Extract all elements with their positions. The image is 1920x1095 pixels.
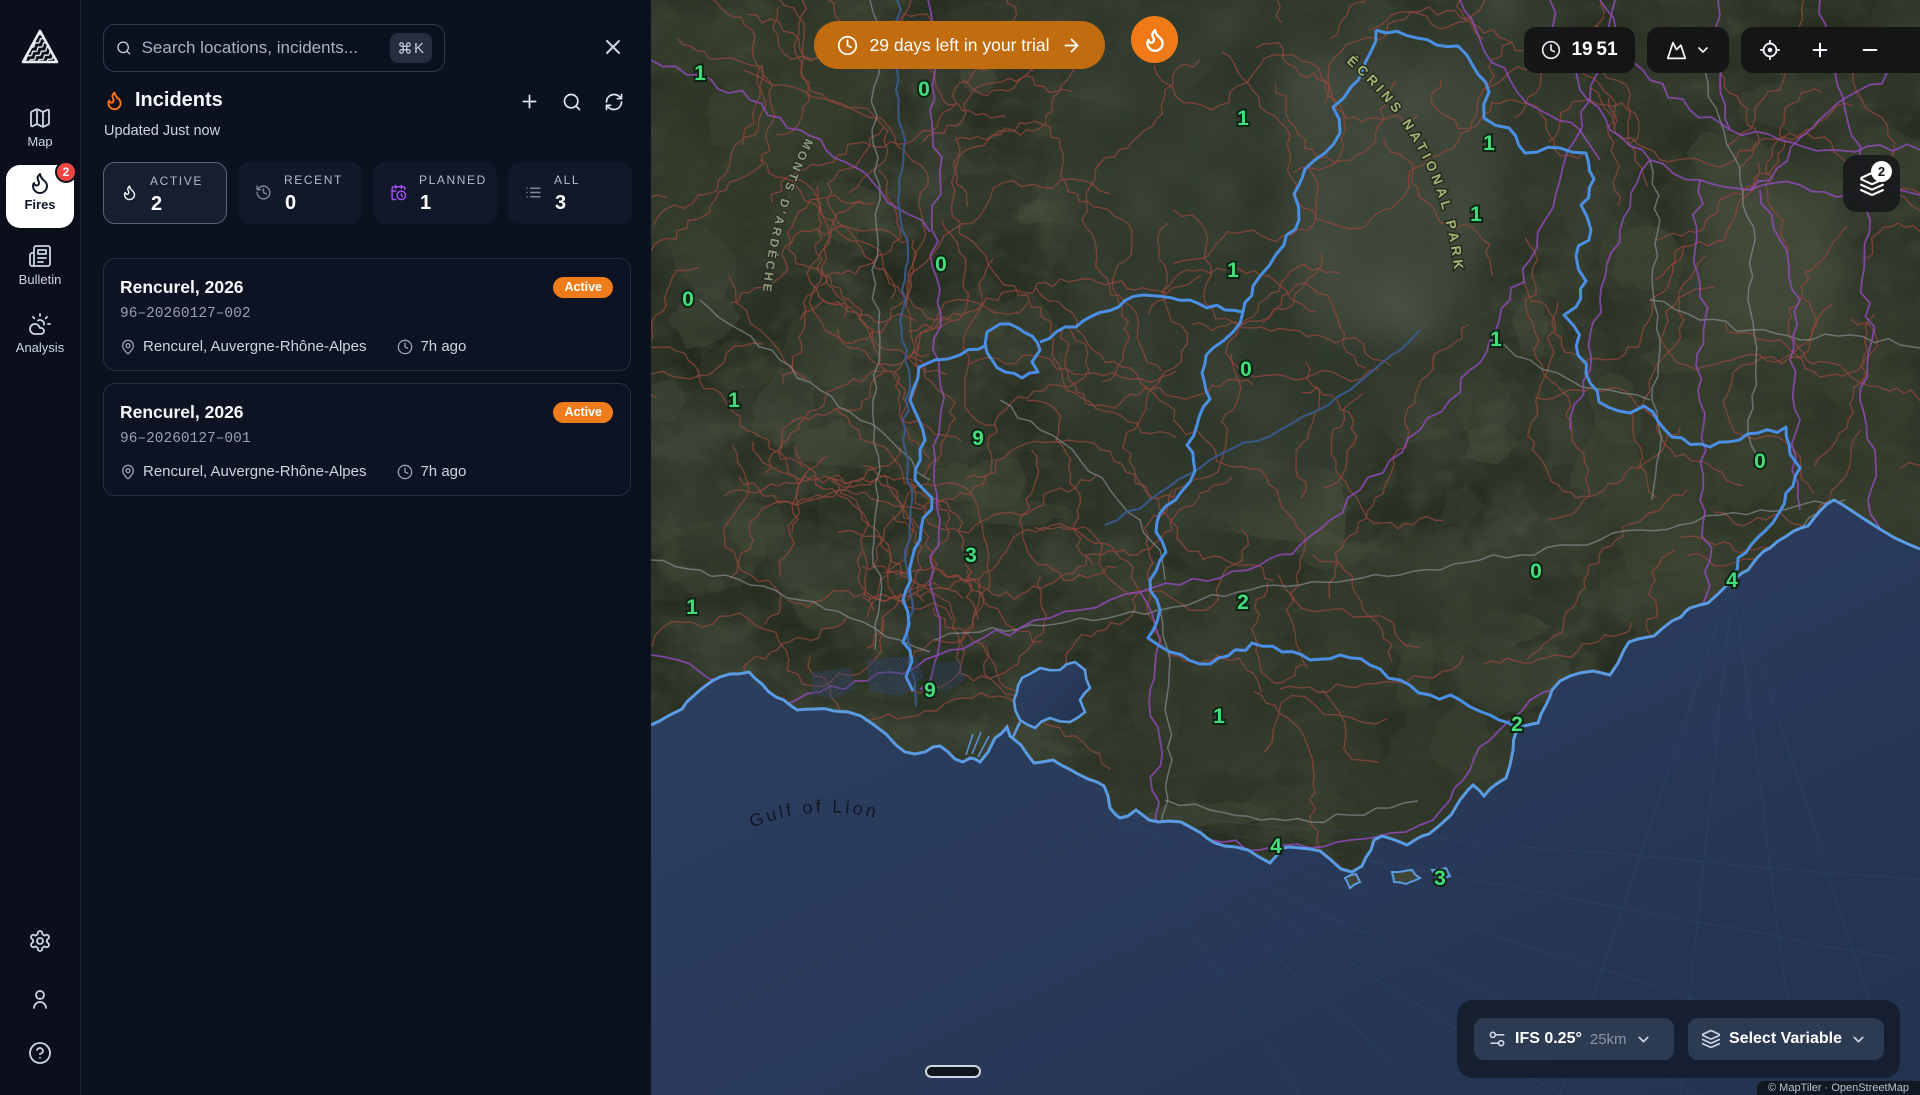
svg-text:1: 1 — [694, 62, 706, 85]
svg-text:0: 0 — [1754, 450, 1766, 473]
svg-text:1: 1 — [1490, 328, 1502, 351]
svg-text:9: 9 — [972, 427, 984, 450]
svg-text:0: 0 — [1530, 560, 1542, 583]
svg-text:1: 1 — [1213, 705, 1225, 728]
svg-text:4: 4 — [1726, 569, 1738, 592]
svg-text:2: 2 — [1237, 591, 1249, 614]
svg-text:9: 9 — [924, 679, 936, 702]
svg-text:0: 0 — [918, 78, 930, 101]
svg-text:0: 0 — [1240, 358, 1252, 381]
svg-text:1: 1 — [1227, 259, 1239, 282]
svg-text:4: 4 — [1270, 835, 1282, 858]
svg-text:0: 0 — [935, 253, 947, 276]
svg-text:2: 2 — [1511, 713, 1523, 736]
svg-text:3: 3 — [1434, 867, 1446, 890]
svg-text:3: 3 — [965, 544, 977, 567]
svg-text:1: 1 — [728, 389, 740, 412]
svg-text:1: 1 — [1483, 132, 1495, 155]
svg-text:1: 1 — [1237, 107, 1249, 130]
svg-text:0: 0 — [682, 288, 694, 311]
svg-text:1: 1 — [1470, 203, 1482, 226]
svg-text:1: 1 — [686, 596, 698, 619]
